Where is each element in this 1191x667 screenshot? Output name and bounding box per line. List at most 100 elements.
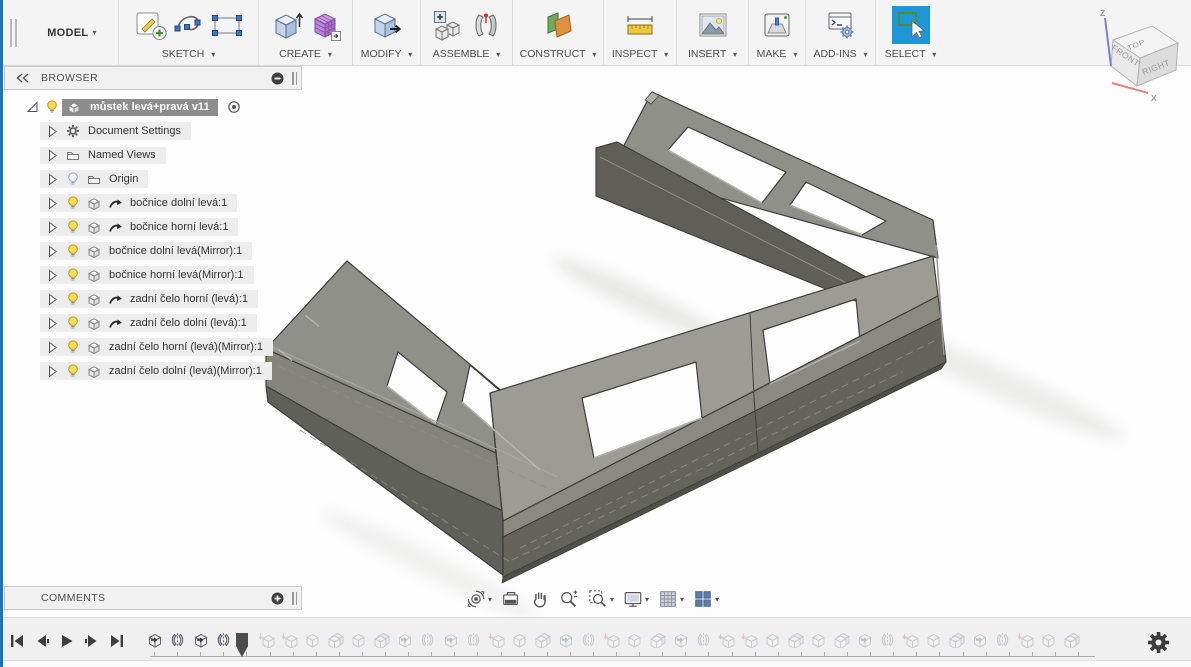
triangle-closed-icon[interactable] — [42, 221, 62, 234]
timeline-feature-copy-suppressed[interactable] — [534, 632, 551, 649]
timeline-feature-mirror-suppressed[interactable] — [465, 632, 482, 649]
measure-button[interactable] — [623, 8, 657, 42]
browser-row-2[interactable]: Named Views — [4, 143, 310, 167]
timeline-feature-box-suppressed[interactable] — [1040, 632, 1057, 649]
timeline-feature-component-suppressed[interactable] — [1017, 632, 1034, 649]
browser-row-1[interactable]: Document Settings — [4, 119, 310, 143]
insert-image-button[interactable] — [696, 8, 730, 42]
triangle-closed-icon[interactable] — [42, 173, 62, 186]
browser-row-10[interactable]: zadní čelo horní (levá)(Mirror):1 — [4, 335, 310, 359]
timeline-feature-insert-suppressed[interactable] — [557, 632, 574, 649]
triangle-closed-icon[interactable] — [42, 341, 62, 354]
timeline-feature-insert-suppressed[interactable] — [856, 632, 873, 649]
spline-button[interactable] — [172, 8, 206, 42]
zoom-button[interactable] — [557, 586, 581, 612]
activate-component-radio-icon[interactable] — [224, 100, 244, 114]
select-button[interactable] — [892, 6, 930, 44]
timeline-feature-component-suppressed[interactable] — [281, 632, 298, 649]
new-component-button[interactable] — [431, 8, 465, 42]
triangle-open-icon[interactable] — [22, 101, 42, 114]
browser-row-7[interactable]: bočnice horní levá(Mirror):1 — [4, 263, 310, 287]
timeline-scroll-strip[interactable] — [0, 660, 1191, 667]
triangle-closed-icon[interactable] — [42, 269, 62, 282]
x-axis-label[interactable]: X — [1151, 93, 1157, 103]
display-settings-button[interactable]: ▾ — [621, 586, 651, 612]
toolbar-group-label[interactable]: INSPECT ▾ — [612, 48, 668, 62]
triangle-closed-icon[interactable] — [42, 317, 62, 330]
timeline-feature-mirror[interactable] — [169, 632, 186, 649]
triangle-closed-icon[interactable] — [42, 245, 62, 258]
viewcube[interactable]: TOP FRONT RIGHT Z X — [1080, 0, 1191, 110]
toolbar-group-label[interactable]: MODIFY ▾ — [361, 48, 413, 62]
viewports-button[interactable]: ▾ — [691, 586, 721, 612]
toolbar-group-label[interactable]: SKETCH ▾ — [162, 48, 216, 62]
bulb-on-icon[interactable] — [42, 100, 62, 114]
collapse-panel-icon[interactable] — [13, 73, 33, 83]
bulb-on-icon[interactable] — [63, 220, 83, 234]
browser-row-4[interactable]: bočnice dolní levá:1 — [4, 191, 310, 215]
joint-button[interactable] — [469, 8, 503, 42]
timeline-feature-mirror[interactable] — [215, 632, 232, 649]
go-to-start-button[interactable] — [8, 634, 26, 648]
timeline-feature-copy-suppressed[interactable] — [327, 632, 344, 649]
timeline-feature-component-suppressed[interactable] — [718, 632, 735, 649]
bulb-off-icon[interactable] — [63, 172, 83, 186]
construction-plane-button[interactable] — [541, 8, 575, 42]
bulb-on-icon[interactable] — [63, 268, 83, 282]
timeline-feature-box-suppressed[interactable] — [626, 632, 643, 649]
timeline-feature-copy-suppressed[interactable] — [373, 632, 390, 649]
timeline-feature-box-suppressed[interactable] — [350, 632, 367, 649]
panel-drag-grip[interactable] — [292, 592, 297, 605]
go-to-end-button[interactable] — [108, 634, 126, 648]
toolbar-group-label[interactable]: CREATE ▾ — [279, 48, 332, 62]
timeline-feature-insert[interactable] — [146, 632, 163, 649]
triangle-closed-icon[interactable] — [42, 197, 62, 210]
bulb-on-icon[interactable] — [63, 292, 83, 306]
timeline-feature-insert-suppressed[interactable] — [672, 632, 689, 649]
timeline-feature-copy-suppressed[interactable] — [649, 632, 666, 649]
rectangle-button[interactable] — [210, 8, 244, 42]
timeline-feature-component-suppressed[interactable] — [603, 632, 620, 649]
timeline-feature-component-suppressed[interactable] — [902, 632, 919, 649]
browser-row-5[interactable]: bočnice horní levá:1 — [4, 215, 310, 239]
timeline-feature-insert[interactable] — [192, 632, 209, 649]
bulb-on-icon[interactable] — [63, 196, 83, 210]
triangle-closed-icon[interactable] — [42, 149, 62, 162]
play-button[interactable] — [58, 634, 76, 648]
step-forward-button[interactable] — [83, 634, 101, 648]
panel-drag-grip[interactable] — [292, 72, 297, 85]
bulb-on-icon[interactable] — [63, 340, 83, 354]
print-3d-button[interactable] — [760, 8, 794, 42]
timeline-feature-component-suppressed[interactable] — [488, 632, 505, 649]
add-comment-icon[interactable] — [267, 592, 287, 605]
look-at-button[interactable] — [499, 586, 523, 612]
create-sketch-button[interactable] — [134, 8, 168, 42]
bulb-on-icon[interactable] — [63, 244, 83, 258]
extrude-button[interactable] — [270, 8, 304, 42]
timeline-feature-box-suppressed[interactable] — [304, 632, 321, 649]
timeline-feature-box-suppressed[interactable] — [511, 632, 528, 649]
triangle-closed-icon[interactable] — [42, 293, 62, 306]
timeline-feature-insert-suppressed[interactable] — [396, 632, 413, 649]
fit-button[interactable]: ▾ — [586, 586, 616, 612]
bulb-on-icon[interactable] — [63, 364, 83, 378]
timeline-feature-insert-suppressed[interactable] — [971, 632, 988, 649]
timeline-feature-box-suppressed[interactable] — [764, 632, 781, 649]
timeline-feature-mirror-suppressed[interactable] — [695, 632, 712, 649]
timeline-settings-gear-icon[interactable] — [1147, 631, 1170, 657]
toolbar-group-label[interactable]: CONSTRUCT ▾ — [520, 48, 597, 62]
timeline-feature-mirror-suppressed[interactable] — [419, 632, 436, 649]
timeline-feature-mirror-suppressed[interactable] — [994, 632, 1011, 649]
press-pull-button[interactable] — [370, 8, 404, 42]
toolbar-group-label[interactable]: ADD-INS ▾ — [813, 48, 867, 62]
browser-row-3[interactable]: Origin — [4, 167, 310, 191]
scripts-addins-button[interactable] — [824, 8, 858, 42]
timeline-feature-component-suppressed[interactable] — [741, 632, 758, 649]
toolbar-grip[interactable] — [0, 0, 26, 65]
workspace-switcher[interactable]: MODEL ▾ — [26, 0, 118, 65]
timeline-feature-mirror-suppressed[interactable] — [580, 632, 597, 649]
timeline-feature-box-suppressed[interactable] — [925, 632, 942, 649]
browser-row-0[interactable]: můstek levá+pravá v11 — [4, 95, 310, 119]
timeline-feature-copy-suppressed[interactable] — [948, 632, 965, 649]
orbit-button[interactable]: ▾ — [464, 586, 494, 612]
